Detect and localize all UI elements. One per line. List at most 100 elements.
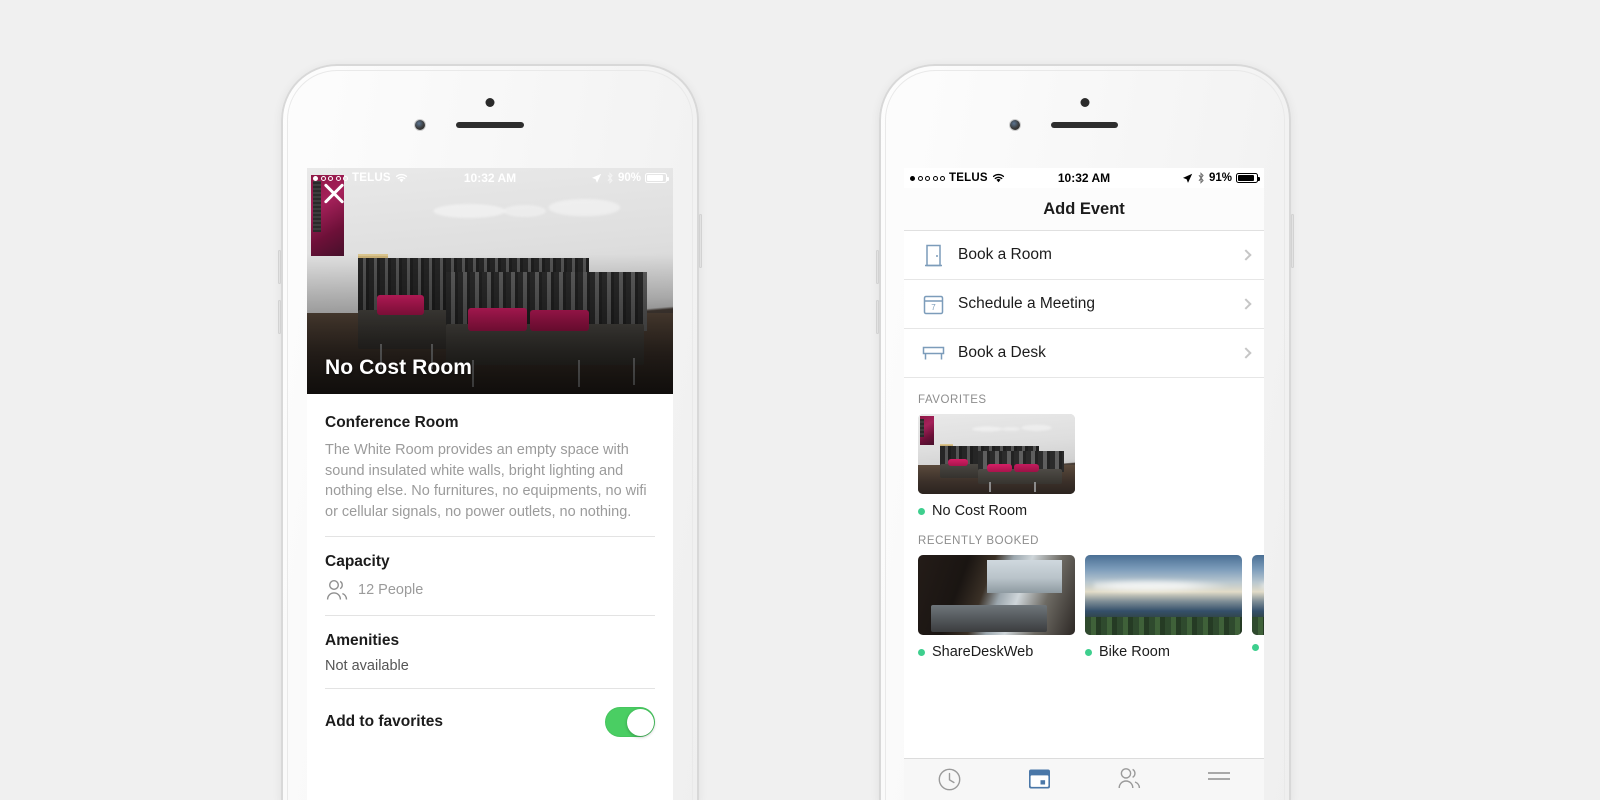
- room-detail-panel: Conference Room The White Room provides …: [307, 394, 673, 758]
- favorites-card-list: No Cost Room: [918, 414, 1250, 519]
- battery-icon: [645, 173, 669, 183]
- volume-down-button[interactable]: [876, 300, 879, 334]
- capacity-row: 12 People: [325, 579, 655, 601]
- left-phone-device: TELUS 10:32 AM 90% No Cost Room Conferen…: [278, 64, 702, 800]
- proximity-sensor: [485, 98, 495, 107]
- room-title: No Cost Room: [325, 356, 473, 379]
- chevron-right-icon: [1240, 347, 1252, 359]
- signal-strength-dots: [313, 175, 348, 181]
- room-description: The White Room provides an empty space w…: [325, 442, 647, 520]
- bluetooth-icon: [1198, 172, 1204, 184]
- chevron-right-icon: [1240, 298, 1252, 310]
- status-bar-right: 90%: [591, 172, 669, 184]
- desk-icon: [918, 345, 948, 362]
- location-arrow-icon: [591, 173, 602, 183]
- add-to-favorites-row[interactable]: Add to favorites: [325, 689, 655, 757]
- clock-icon: [938, 768, 960, 791]
- tab-calendar[interactable]: [994, 767, 1084, 791]
- proximity-sensor: [1080, 98, 1090, 107]
- card-thumbnail: [1252, 555, 1264, 635]
- menu-item-label: Book a Room: [958, 246, 1052, 263]
- navigation-bar: Add Event: [904, 188, 1264, 231]
- capacity-value: 12 People: [358, 582, 424, 599]
- status-bar-right: 91%: [1182, 172, 1260, 184]
- toggle-knob: [626, 708, 654, 736]
- amenities-section: Amenities Not available: [325, 616, 655, 690]
- calendar-icon: 7: [918, 294, 948, 315]
- page-title: Add Event: [1043, 199, 1125, 218]
- menu-item-book-a-room[interactable]: Book a Room: [904, 231, 1264, 280]
- location-arrow-icon: [1182, 173, 1193, 183]
- volume-up-button[interactable]: [876, 250, 879, 284]
- room-hero-image: No Cost Room: [307, 168, 673, 394]
- screenshot-canvas: TELUS 10:32 AM 90% No Cost Room Conferen…: [0, 0, 1600, 800]
- status-dot-available: [1252, 644, 1259, 651]
- status-dot-available: [918, 507, 925, 515]
- card-caption: ShareDeskWeb: [918, 644, 1075, 660]
- menu-item-schedule-a-meeting[interactable]: 7 Schedule a Meeting: [904, 280, 1264, 329]
- tab-people[interactable]: [1084, 767, 1174, 789]
- status-dot-available: [918, 648, 925, 656]
- people-icon: [1118, 768, 1140, 789]
- volume-up-button[interactable]: [278, 250, 281, 284]
- card-caption: No Cost Room: [918, 503, 1075, 519]
- menu-item-book-a-desk[interactable]: Book a Desk: [904, 329, 1264, 378]
- recent-card[interactable]: Bike Room: [1085, 555, 1242, 660]
- menu-item-label: Schedule a Meeting: [958, 295, 1096, 312]
- earpiece-speaker: [456, 122, 524, 128]
- bluetooth-icon: [607, 172, 613, 184]
- carrier-label: TELUS: [949, 172, 988, 184]
- add-event-menu-list: Book a Room 7 Schedule a Meeting Book a …: [904, 231, 1264, 378]
- chevron-right-icon: [1240, 249, 1252, 261]
- amenities-heading: Amenities: [325, 632, 400, 650]
- room-type-heading: Conference Room: [325, 414, 459, 431]
- wifi-icon: [395, 173, 407, 183]
- wifi-icon: [992, 173, 1004, 183]
- front-camera: [415, 120, 425, 130]
- door-icon: [918, 244, 948, 267]
- capacity-heading: Capacity: [325, 553, 390, 571]
- card-thumbnail: [918, 555, 1075, 635]
- recently-booked-section: RECENTLY BOOKED ShareDeskWeb Bike Room: [904, 519, 1264, 660]
- card-thumbnail: [1085, 555, 1242, 635]
- battery-percent-label: 90%: [617, 172, 641, 184]
- room-type-section: Conference Room The White Room provides …: [325, 394, 655, 538]
- people-icon: [326, 580, 348, 600]
- right-status-bar: TELUS 10:32 AM 91%: [904, 168, 1264, 188]
- status-bar-left: TELUS: [910, 172, 1005, 184]
- svg-text:7: 7: [931, 303, 936, 312]
- status-bar-left: TELUS: [313, 172, 408, 184]
- recent-card-partial[interactable]: [1252, 555, 1264, 660]
- tab-recent[interactable]: [904, 767, 994, 792]
- recently-booked-heading: RECENTLY BOOKED: [918, 535, 1039, 547]
- card-room-name: No Cost Room: [932, 503, 1028, 519]
- right-phone-device: TELUS 10:32 AM 91% Add Event Book a Room…: [876, 64, 1294, 800]
- card-caption: Bike Room: [1085, 644, 1242, 660]
- tab-more[interactable]: [1174, 767, 1264, 785]
- signal-strength-dots: [910, 175, 945, 181]
- favorite-card[interactable]: No Cost Room: [918, 414, 1075, 519]
- capacity-section: Capacity 12 People: [325, 537, 655, 617]
- calendar-filled-icon: [1028, 769, 1050, 789]
- add-to-favorites-toggle[interactable]: [605, 707, 655, 738]
- recently-booked-card-list[interactable]: ShareDeskWeb Bike Room: [918, 555, 1264, 660]
- menu-item-label: Book a Desk: [958, 344, 1046, 361]
- volume-down-button[interactable]: [278, 300, 281, 334]
- amenities-value: Not available: [325, 658, 409, 675]
- status-dot-available: [1085, 648, 1092, 656]
- right-phone-screen: TELUS 10:32 AM 91% Add Event Book a Room…: [904, 168, 1264, 800]
- carrier-label: TELUS: [352, 172, 391, 184]
- recent-card[interactable]: ShareDeskWeb: [918, 555, 1075, 660]
- card-room-name: ShareDeskWeb: [932, 644, 1034, 660]
- front-camera: [1010, 120, 1020, 130]
- power-button[interactable]: [1291, 214, 1294, 268]
- left-phone-screen: TELUS 10:32 AM 90% No Cost Room Conferen…: [307, 168, 673, 800]
- hamburger-menu-icon: [1208, 772, 1230, 780]
- favorites-heading: FAVORITES: [918, 394, 987, 406]
- card-room-name: Bike Room: [1099, 644, 1170, 660]
- add-to-favorites-label: Add to favorites: [325, 713, 443, 731]
- power-button[interactable]: [699, 214, 702, 268]
- favorites-section: FAVORITES No Cost Room: [904, 378, 1264, 519]
- left-status-bar: TELUS 10:32 AM 90%: [307, 168, 673, 188]
- battery-icon: [1236, 173, 1260, 183]
